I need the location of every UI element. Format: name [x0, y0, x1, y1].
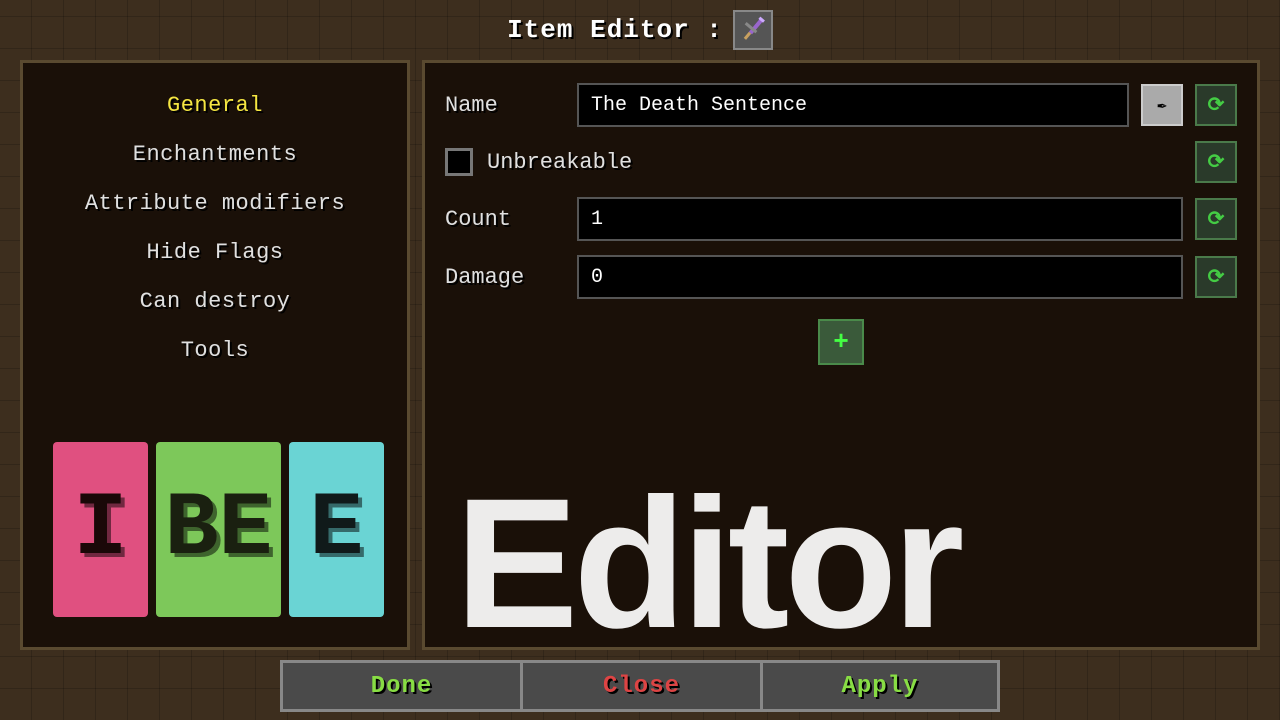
unbreakable-label: Unbreakable: [487, 150, 1181, 175]
refresh-icon-2: ⟳: [1208, 149, 1225, 175]
sidebar-item-can-destroy[interactable]: Can destroy: [23, 279, 407, 324]
logo-i: I: [53, 442, 148, 617]
damage-input[interactable]: [577, 255, 1183, 299]
add-button[interactable]: +: [818, 319, 864, 365]
damage-row: Damage ⟳: [445, 255, 1237, 299]
unbreakable-refresh-button[interactable]: ⟳: [1195, 141, 1237, 183]
content-panel: Name ✒ ⟳ Unbreakable ⟳ Count ⟳: [422, 60, 1260, 650]
count-input[interactable]: [577, 197, 1183, 241]
sidebar-logo: I BE E: [53, 442, 384, 617]
done-button[interactable]: Done: [280, 660, 520, 712]
plus-icon: +: [833, 327, 849, 357]
name-row: Name ✒ ⟳: [445, 83, 1237, 127]
count-row: Count ⟳: [445, 197, 1237, 241]
sidebar-item-tools[interactable]: Tools: [23, 328, 407, 373]
feather-icon: ✒: [1157, 95, 1167, 115]
count-label: Count: [445, 207, 565, 232]
add-button-row: +: [445, 319, 1237, 365]
header: Item Editor :: [0, 0, 1280, 60]
count-refresh-button[interactable]: ⟳: [1195, 198, 1237, 240]
header-title: Item Editor :: [507, 15, 723, 45]
damage-label: Damage: [445, 265, 565, 290]
sidebar-item-hide-flags[interactable]: Hide Flags: [23, 230, 407, 275]
unbreakable-checkbox[interactable]: [445, 148, 473, 176]
name-input[interactable]: [577, 83, 1129, 127]
logo-e: E: [289, 442, 384, 617]
name-refresh-button[interactable]: ⟳: [1195, 84, 1237, 126]
refresh-icon: ⟳: [1208, 92, 1225, 118]
name-icon-button[interactable]: ✒: [1141, 84, 1183, 126]
apply-button[interactable]: Apply: [760, 660, 1000, 712]
close-button[interactable]: Close: [520, 660, 760, 712]
sidebar-item-attribute-modifiers[interactable]: Attribute modifiers: [23, 181, 407, 226]
sidebar: General Enchantments Attribute modifiers…: [20, 60, 410, 650]
refresh-icon-4: ⟳: [1208, 264, 1225, 290]
sidebar-item-enchantments[interactable]: Enchantments: [23, 132, 407, 177]
bottom-bar: Done Close Apply: [0, 652, 1280, 720]
damage-refresh-button[interactable]: ⟳: [1195, 256, 1237, 298]
refresh-icon-3: ⟳: [1208, 206, 1225, 232]
item-icon: [733, 10, 773, 50]
main-layout: General Enchantments Attribute modifiers…: [20, 60, 1260, 650]
name-label: Name: [445, 93, 565, 118]
watermark-text: Editor: [455, 472, 1257, 650]
sidebar-item-general[interactable]: General: [23, 83, 407, 128]
unbreakable-row: Unbreakable ⟳: [445, 141, 1237, 183]
logo-be: BE: [156, 442, 281, 617]
